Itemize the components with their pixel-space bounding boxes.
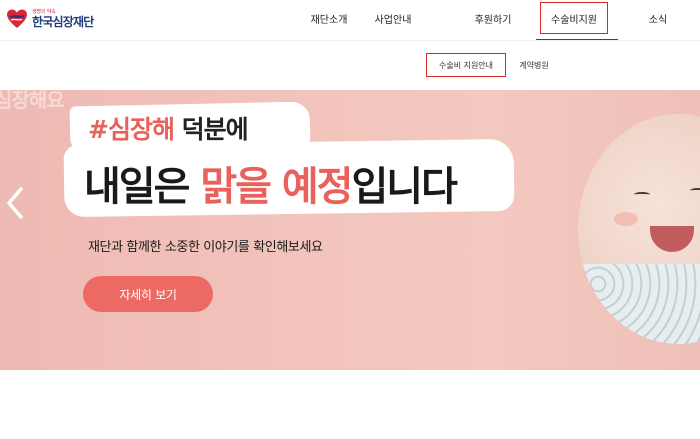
hashtag-text: #심장해 — [88, 115, 175, 144]
headline2-start: 내일은 — [84, 164, 201, 210]
hero-headline-line1: #심장해 덕분에 — [88, 110, 249, 146]
hero-headline-line2: 내일은 맑을 예정입니다 — [84, 154, 458, 212]
chevron-left-icon[interactable] — [4, 186, 26, 220]
hero-banner: 심장해요 #심장해 덕분에 내일은 맑을 예정입니다 재단과 함께한 소중한 이… — [0, 90, 700, 370]
sub-item-surgery-guide[interactable]: 수술비 지원안내 — [426, 53, 506, 77]
logo[interactable]: 생명의 약속 한국심장재단 — [6, 5, 102, 33]
hero-ghost-text: 심장해요 — [0, 90, 65, 112]
hero-subtitle: 재단과 함께한 소중한 이야기를 확인해보세요 — [88, 240, 323, 255]
baby-eye — [634, 192, 650, 197]
headline2-end: 입니다 — [351, 164, 457, 210]
headline1-rest: 덕분에 — [173, 115, 249, 144]
logo-name: 한국심장재단 — [32, 15, 94, 29]
sub-item-partner-hospitals[interactable]: 계약병원 — [512, 53, 556, 77]
nav-item-news[interactable]: 소식 — [636, 0, 680, 36]
nav-item-business[interactable]: 사업안내 — [364, 0, 422, 36]
headline2-highlight: 맑을 예정 — [200, 164, 353, 210]
baby-photo — [578, 114, 700, 344]
nav-item-about[interactable]: 재단소개 — [300, 0, 358, 36]
nav-item-donate[interactable]: 후원하기 — [464, 0, 522, 36]
header: 생명의 약속 한국심장재단 재단소개 사업안내 후원하기 수술비지원 소식 — [0, 0, 700, 41]
page: 생명의 약속 한국심장재단 재단소개 사업안내 후원하기 수술비지원 소식 수술… — [0, 0, 700, 439]
baby-blanket — [578, 264, 700, 344]
baby-mouth — [650, 226, 694, 252]
sub-navigation: 수술비 지원안내 계약병원 — [0, 40, 700, 90]
baby-cheek — [614, 212, 638, 226]
view-details-button[interactable]: 자세히 보기 — [83, 276, 213, 312]
baby-eye — [690, 188, 700, 193]
nav-item-surgery-support[interactable]: 수술비지원 — [540, 2, 608, 34]
heart-logo-icon — [6, 8, 28, 30]
